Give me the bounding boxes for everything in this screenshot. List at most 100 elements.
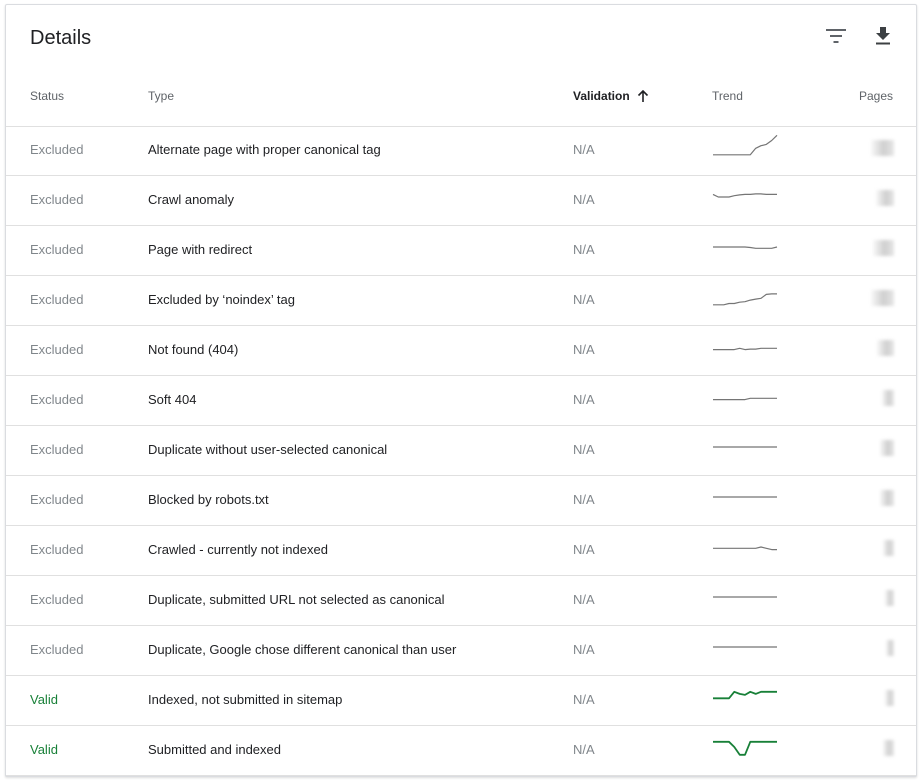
issue-type: Excluded by ‘noindex’ tag — [148, 292, 295, 307]
trend-line — [713, 690, 777, 700]
trend-sparkline — [712, 332, 778, 362]
trend-line — [713, 397, 777, 401]
trend-line — [713, 293, 777, 306]
validation-value: N/A — [573, 292, 595, 307]
validation-value: N/A — [573, 342, 595, 357]
redaction-blur — [871, 140, 894, 156]
table-row[interactable]: Excluded Soft 404 N/A — [6, 376, 916, 426]
trend-sparkline — [712, 282, 778, 312]
table-row[interactable]: Excluded Duplicate without user-selected … — [6, 426, 916, 476]
status-label: Excluded — [30, 542, 84, 557]
filter-icon[interactable] — [823, 23, 849, 49]
table-row[interactable]: Excluded Blocked by robots.txt N/A — [6, 476, 916, 526]
pages-count-redacted — [864, 740, 894, 756]
column-header-validation-label: Validation — [573, 89, 630, 103]
validation-value: N/A — [573, 392, 595, 407]
status-label: Excluded — [30, 292, 84, 307]
trend-line — [713, 246, 778, 249]
pages-count-redacted — [864, 140, 894, 156]
status-label: Excluded — [30, 442, 84, 457]
redaction-blur — [877, 340, 894, 356]
validation-value: N/A — [573, 192, 595, 207]
pages-count-redacted — [864, 590, 894, 606]
trend-sparkline — [712, 532, 778, 562]
trend-sparkline — [712, 582, 778, 612]
trend-sparkline — [712, 132, 778, 162]
status-label: Excluded — [30, 392, 84, 407]
pages-count-redacted — [864, 390, 894, 406]
status-label: Valid — [30, 742, 58, 757]
table-row[interactable]: Excluded Page with redirect N/A — [6, 226, 916, 276]
validation-value: N/A — [573, 692, 595, 707]
table-row[interactable]: Excluded Excluded by ‘noindex’ tag N/A — [6, 276, 916, 326]
redaction-blur — [883, 540, 894, 556]
pages-count-redacted — [864, 440, 894, 456]
validation-value: N/A — [573, 142, 595, 157]
redaction-blur — [873, 240, 894, 256]
column-header-type[interactable]: Type — [148, 89, 174, 103]
table-row[interactable]: Excluded Not found (404) N/A — [6, 326, 916, 376]
status-label: Excluded — [30, 592, 84, 607]
trend-sparkline — [712, 632, 778, 662]
table-row[interactable]: Excluded Duplicate, submitted URL not sel… — [6, 576, 916, 626]
trend-sparkline — [712, 482, 778, 512]
trend-sparkline — [712, 382, 778, 412]
pages-count-redacted — [864, 290, 894, 306]
table-row[interactable]: Excluded Alternate page with proper canon… — [6, 126, 916, 176]
issue-type: Duplicate without user-selected canonica… — [148, 442, 388, 457]
validation-value: N/A — [573, 242, 595, 257]
validation-value: N/A — [573, 592, 595, 607]
redaction-blur — [883, 740, 894, 756]
trend-sparkline — [712, 432, 778, 462]
pages-count-redacted — [864, 640, 894, 656]
validation-value: N/A — [573, 542, 595, 557]
trend-line — [713, 134, 778, 156]
redaction-blur — [871, 290, 894, 306]
pages-count-redacted — [864, 190, 894, 206]
issue-type: Soft 404 — [148, 392, 197, 407]
table-row[interactable]: Valid Submitted and indexed N/A — [6, 726, 916, 776]
redaction-blur — [885, 590, 894, 606]
issue-type: Duplicate, Google chose different canoni… — [148, 642, 457, 657]
trend-line — [712, 193, 777, 198]
column-header-pages[interactable]: Pages — [859, 89, 893, 103]
table-row[interactable]: Excluded Duplicate, Google chose differen… — [6, 626, 916, 676]
download-icon[interactable] — [870, 23, 896, 49]
redaction-blur — [885, 690, 894, 706]
issue-type: Page with redirect — [148, 242, 253, 257]
table-row[interactable]: Valid Indexed, not submitted in sitemap N/… — [6, 676, 916, 726]
pages-count-redacted — [864, 690, 894, 706]
page-title: Details — [30, 27, 92, 49]
column-header-status[interactable]: Status — [30, 89, 64, 103]
issue-type: Duplicate, submitted URL not selected as… — [148, 592, 445, 607]
column-header-trend[interactable]: Trend — [712, 89, 743, 103]
status-label: Excluded — [30, 142, 84, 157]
trend-sparkline — [712, 182, 778, 212]
issue-type: Not found (404) — [148, 342, 239, 357]
validation-value: N/A — [573, 492, 595, 507]
redaction-blur — [880, 490, 894, 506]
status-label: Excluded — [30, 342, 84, 357]
redaction-blur — [876, 190, 894, 206]
status-label: Excluded — [30, 492, 84, 507]
redaction-blur — [886, 640, 894, 656]
trend-line — [713, 740, 777, 756]
arrow-up-icon — [637, 89, 648, 102]
redaction-blur — [880, 440, 894, 456]
status-label: Valid — [30, 692, 58, 707]
redaction-blur — [882, 390, 894, 406]
pages-count-redacted — [864, 490, 894, 506]
table-row[interactable]: Excluded Crawled - currently not indexed N… — [6, 526, 916, 576]
validation-value: N/A — [573, 742, 595, 757]
table-body: Excluded Alternate page with proper canon… — [6, 126, 916, 776]
issue-type: Blocked by robots.txt — [148, 492, 269, 507]
pages-count-redacted — [864, 340, 894, 356]
column-header-validation[interactable]: Validation — [573, 89, 649, 103]
issue-type: Alternate page with proper canonical tag — [148, 142, 381, 157]
issue-type: Submitted and indexed — [148, 742, 281, 757]
details-card: Details Status Type Validation Trend Pag… — [5, 4, 917, 777]
issue-type: Crawled - currently not indexed — [148, 542, 328, 557]
table-row[interactable]: Excluded Crawl anomaly N/A — [6, 176, 916, 226]
trend-sparkline — [712, 732, 778, 762]
issue-type: Crawl anomaly — [148, 192, 234, 207]
